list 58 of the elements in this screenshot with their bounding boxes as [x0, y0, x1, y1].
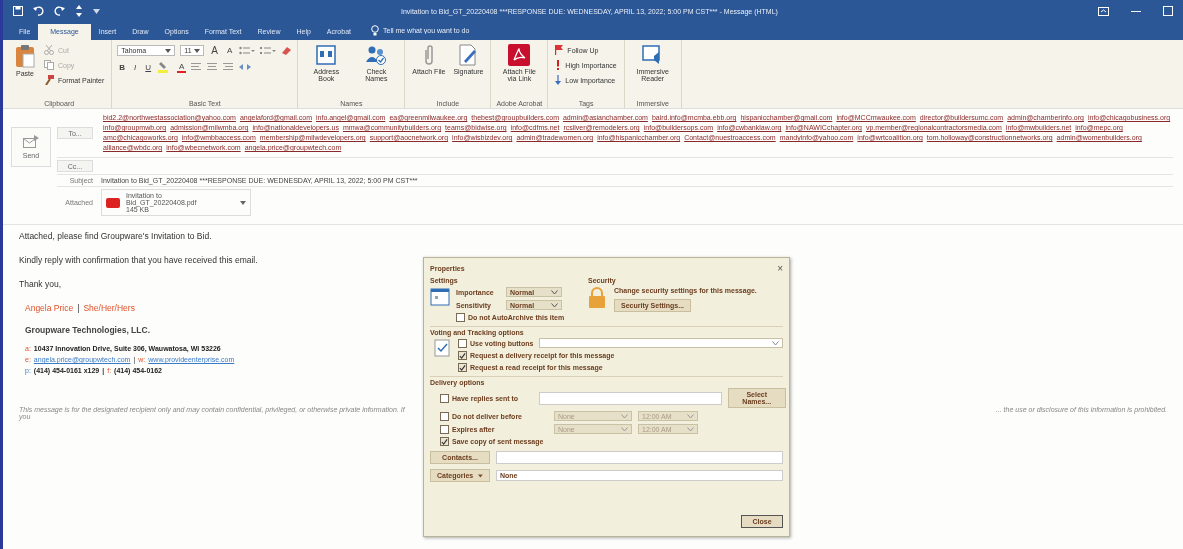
checkbox[interactable] — [440, 393, 449, 403]
numbering-icon[interactable] — [260, 45, 277, 56]
shrink-font-button[interactable]: A — [224, 46, 235, 55]
checkbox[interactable] — [440, 437, 449, 446]
text-style-button[interactable]: U — [143, 62, 154, 72]
copy-icon — [44, 60, 54, 70]
contacts-field[interactable] — [496, 451, 783, 464]
maximize-icon[interactable] — [1163, 6, 1173, 16]
checkbox[interactable] — [456, 313, 465, 322]
checkmark-icon — [441, 437, 448, 446]
redo-icon[interactable] — [54, 6, 65, 16]
customize-caret-icon[interactable] — [93, 8, 100, 14]
ballot-icon — [434, 338, 452, 358]
caret-icon — [165, 48, 172, 53]
calendar-icon — [430, 287, 450, 307]
font-color-button[interactable]: A — [177, 61, 187, 73]
exclamation-icon — [555, 60, 562, 70]
up-down-arrows-icon[interactable] — [75, 5, 83, 17]
replies-field[interactable] — [538, 391, 722, 405]
eraser-icon[interactable] — [281, 45, 293, 56]
checkbox[interactable] — [458, 351, 467, 360]
scissors-icon — [44, 45, 54, 55]
caret-icon[interactable] — [240, 200, 246, 205]
pdf-icon — [508, 44, 531, 66]
text-style-button[interactable]: B — [117, 62, 128, 72]
body-paragraph: Attached, please find Groupware's Invitation to Bid. — [19, 231, 212, 241]
body-paragraph: Kindly reply with confirmation that you have received this email. — [19, 255, 258, 265]
pen-document-icon — [458, 44, 479, 66]
ribbon-display-icon[interactable] — [1098, 6, 1109, 16]
chevron-down-icon — [772, 340, 779, 346]
checkbox[interactable] — [440, 411, 449, 421]
body-paragraph: Thank you, — [19, 279, 62, 289]
flag-icon — [555, 45, 564, 55]
caret-icon — [478, 473, 483, 478]
undo-icon[interactable] — [33, 6, 44, 16]
caret-icon — [194, 48, 201, 53]
pdf-file-icon — [106, 195, 120, 210]
checkbox[interactable] — [458, 338, 467, 348]
checkbox[interactable] — [458, 363, 467, 372]
grow-font-button[interactable]: A — [209, 45, 220, 56]
bullets-icon[interactable] — [239, 45, 256, 56]
signature-name: Angela Price — [25, 303, 74, 313]
paintbrush-icon — [44, 75, 54, 85]
company-name: Groupware Technologies, LLC. — [25, 325, 151, 335]
save-icon[interactable] — [13, 6, 23, 16]
padlock-icon — [588, 287, 608, 309]
signature-pronouns: She/Her/Hers — [83, 303, 135, 313]
separator-text: | — [77, 303, 80, 313]
people-check-icon — [365, 44, 388, 66]
down-arrow-icon — [555, 75, 562, 85]
clipboard-icon — [14, 44, 36, 68]
lightbulb-icon — [371, 25, 379, 36]
address-book-icon — [316, 44, 337, 66]
close-button[interactable]: × — [777, 262, 783, 274]
text-style-button[interactable]: I — [132, 62, 139, 72]
align-icons-drawing[interactable] — [191, 62, 252, 72]
paperclip-icon — [422, 44, 435, 66]
checkbox[interactable] — [440, 424, 449, 434]
